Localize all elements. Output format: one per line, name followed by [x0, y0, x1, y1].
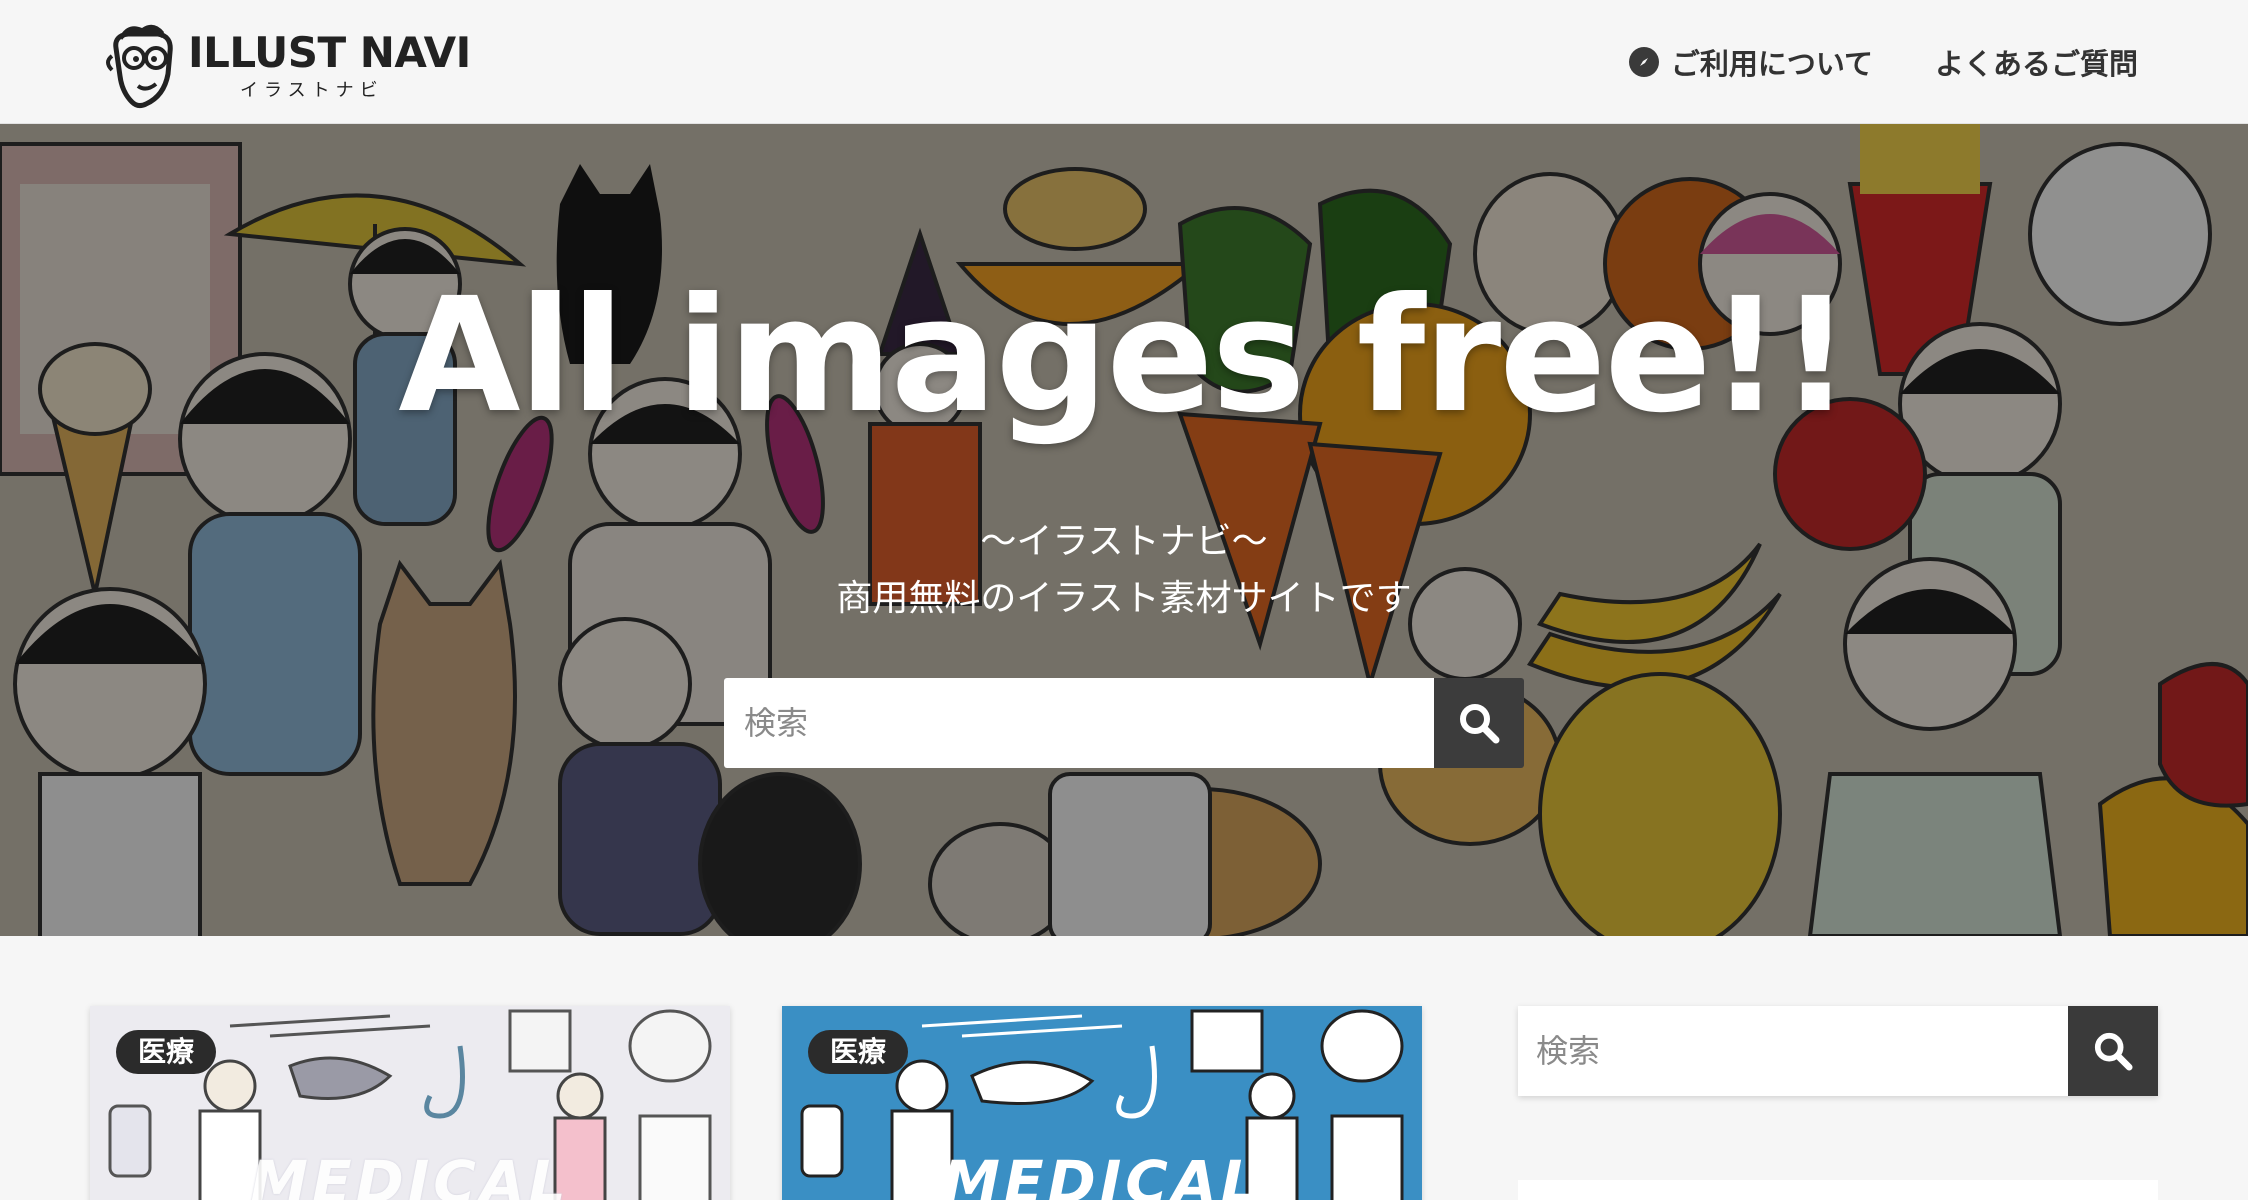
post-card[interactable]: 医療 MEDICAL: [782, 1006, 1422, 1200]
search-icon: [1460, 704, 1500, 744]
nav-faq-label: よくあるご質問: [1934, 47, 2138, 81]
compass-icon: [1628, 47, 1659, 77]
nav-about-link[interactable]: ご利用について: [1628, 41, 1873, 83]
sidebar-search-button[interactable]: [2068, 1006, 2158, 1096]
logo-subtitle: イラストナビ: [240, 80, 384, 101]
logo-title: ILLUST NAVI: [188, 28, 471, 77]
sidebar-widget: [1518, 1180, 2158, 1200]
site-header: ILLUST NAVI イラストナビ ご利用について よくあるご質問: [0, 0, 2248, 124]
hero-banner: All images free!! 〜イラストナビ〜 商用無料のイラスト素材サイ…: [0, 124, 2248, 936]
post-category-badge: 医療: [808, 1030, 909, 1074]
search-icon: [2094, 1032, 2133, 1071]
post-card[interactable]: 医療 MEDICAL: [90, 1006, 730, 1200]
sidebar-search-form: [1518, 1006, 2158, 1096]
post-thumbnail-text: MEDICAL: [942, 1148, 1262, 1200]
nav-about-label: ご利用について: [1670, 47, 1873, 81]
post-category-badge: 医療: [116, 1030, 217, 1074]
hero-search-input[interactable]: [724, 678, 1434, 768]
hero-subtitle-description: 商用無料のイラスト素材サイトです: [836, 578, 1412, 619]
post-thumbnail-text: MEDICAL: [250, 1148, 570, 1200]
nav-faq-link[interactable]: よくあるご質問: [1935, 41, 2138, 83]
logo-face-icon: [106, 24, 173, 109]
hero-subtitle-site-name: 〜イラストナビ〜: [980, 521, 1268, 562]
sidebar-search-input[interactable]: [1518, 1006, 2068, 1096]
hero-search-form: [724, 678, 1524, 768]
hero-title: All images free!!: [398, 264, 1851, 448]
hero-search-button[interactable]: [1434, 678, 1524, 768]
main-nav: ご利用について よくあるご質問: [1628, 40, 2138, 84]
site-logo[interactable]: ILLUST NAVI イラストナビ: [98, 18, 471, 110]
